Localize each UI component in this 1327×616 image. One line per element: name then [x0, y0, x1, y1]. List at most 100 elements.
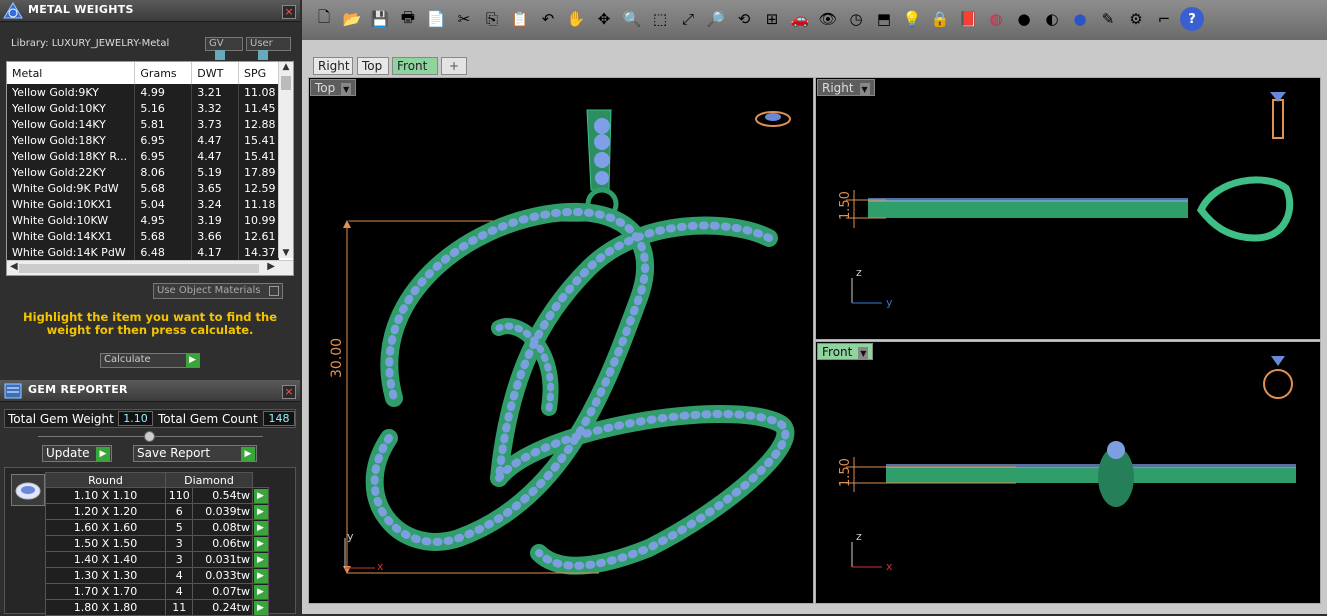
slider-handle[interactable]: [144, 431, 155, 442]
use-object-materials-checkbox[interactable]: Use Object Materials: [153, 283, 283, 299]
viewport-label[interactable]: Top ▼: [310, 79, 357, 96]
gem-row[interactable]: 1.10 X 1.10 110 0.54tw ▶: [45, 487, 269, 504]
tab-right[interactable]: Right: [313, 57, 353, 75]
gem-row-arrow[interactable]: ▶: [252, 567, 269, 584]
gem-row[interactable]: 1.50 X 1.50 3 0.06tw ▶: [45, 535, 269, 552]
paste-icon[interactable]: 📋: [508, 7, 532, 31]
scroll-down-icon[interactable]: ▼: [279, 248, 293, 258]
round-gem-icon[interactable]: [11, 474, 45, 506]
tab-front[interactable]: Front: [392, 57, 438, 75]
shade-sphere-icon[interactable]: ●: [1012, 7, 1036, 31]
horizontal-scrollbar[interactable]: ◀ ▶: [7, 260, 293, 275]
column-header[interactable]: Grams: [134, 62, 193, 84]
gem-row-arrow[interactable]: ▶: [252, 599, 269, 616]
user-button[interactable]: User: [246, 37, 291, 60]
copy-icon[interactable]: ⎘: [480, 7, 504, 31]
zoom-window-icon[interactable]: ⬚: [648, 7, 672, 31]
render-sphere-icon[interactable]: ◐: [1040, 7, 1064, 31]
dimension-icon[interactable]: ⌐: [1152, 7, 1176, 31]
table-row[interactable]: White Gold:10KX1 5.04 3.24 11.18: [7, 196, 279, 212]
gem-row-arrow[interactable]: ▶: [252, 503, 269, 520]
scroll-left-icon[interactable]: ◀: [10, 261, 18, 272]
gem-row[interactable]: 1.60 X 1.60 5 0.08tw ▶: [45, 519, 269, 536]
front-viewport[interactable]: Front ▼ 1.50 z x: [815, 341, 1321, 604]
rotate-view-icon[interactable]: ⟲: [732, 7, 756, 31]
column-header[interactable]: Metal: [7, 62, 136, 84]
paint-icon[interactable]: ✎: [1096, 7, 1120, 31]
gem-row[interactable]: 1.40 X 1.40 3 0.031tw ▶: [45, 551, 269, 568]
blue-sphere-icon[interactable]: ●: [1068, 7, 1092, 31]
table-row[interactable]: Yellow Gold:14KY 5.81 3.73 12.88: [7, 116, 279, 132]
viewport-label[interactable]: Front ▼: [817, 343, 874, 360]
metal-table[interactable]: Metal Grams DWT SPG Yellow Gold:9KY 4.99 3…: [6, 61, 294, 276]
chevron-down-icon[interactable]: ▼: [858, 347, 869, 360]
zoom-extents-icon[interactable]: ⤢: [676, 7, 700, 31]
table-row[interactable]: White Gold:9K PdW 5.68 3.65 12.59: [7, 180, 279, 196]
gem-row-arrow[interactable]: ▶: [252, 519, 269, 536]
chevron-down-icon[interactable]: ▼: [859, 83, 870, 96]
gem-row[interactable]: 1.30 X 1.30 4 0.033tw ▶: [45, 567, 269, 584]
save-report-button[interactable]: Save Report ▶: [133, 445, 257, 462]
table-row[interactable]: Yellow Gold:10KY 5.16 3.32 11.45: [7, 100, 279, 116]
zoom-icon[interactable]: 🔍: [620, 7, 644, 31]
print-icon[interactable]: 🖶: [396, 7, 420, 31]
open-folder-icon[interactable]: 📂: [340, 7, 364, 31]
zoom-selected-icon[interactable]: 🔎: [704, 7, 728, 31]
table-cell: 3.66: [191, 228, 240, 244]
scroll-thumb[interactable]: [19, 264, 259, 273]
table-row[interactable]: White Gold:10KW 4.95 3.19 10.99: [7, 212, 279, 228]
undo-icon[interactable]: ↶: [536, 7, 560, 31]
table-row[interactable]: Yellow Gold:18KY 6.95 4.47 15.41: [7, 132, 279, 148]
vertical-scrollbar[interactable]: ▲ ▼: [278, 62, 293, 258]
four-viewports-icon[interactable]: ⊞: [760, 7, 784, 31]
tab-add[interactable]: +: [441, 57, 467, 75]
save-icon[interactable]: 💾: [368, 7, 392, 31]
layer-icon[interactable]: 📕: [956, 7, 980, 31]
update-button[interactable]: Update ▶: [42, 445, 112, 462]
table-row[interactable]: Yellow Gold:18KY R... 6.95 4.47 15.41: [7, 148, 279, 164]
copy-doc-icon[interactable]: 📄: [424, 7, 448, 31]
lock-icon[interactable]: 🔒: [928, 7, 952, 31]
help-icon[interactable]: ?: [1180, 7, 1204, 31]
close-icon[interactable]: ×: [282, 5, 296, 19]
scroll-up-icon[interactable]: ▲: [279, 62, 293, 74]
table-row[interactable]: White Gold:14K PdW 6.48 4.17 14.37: [7, 244, 279, 260]
gem-row[interactable]: 1.80 X 1.80 11 0.24tw ▶: [45, 599, 269, 616]
scroll-right-icon[interactable]: ▶: [267, 261, 275, 272]
clock-icon[interactable]: ◷: [844, 7, 868, 31]
gem-row-arrow[interactable]: ▶: [252, 535, 269, 552]
color-wheel-icon[interactable]: ◍: [984, 7, 1008, 31]
gem-row-arrow[interactable]: ▶: [252, 487, 269, 504]
close-icon[interactable]: ×: [282, 385, 296, 399]
gem-row[interactable]: 1.70 X 1.70 4 0.07tw ▶: [45, 583, 269, 600]
move-icon[interactable]: ✥: [592, 7, 616, 31]
viewport-label[interactable]: Right ▼: [817, 79, 875, 96]
settings-gear-icon[interactable]: ⚙: [1124, 7, 1148, 31]
chevron-down-icon[interactable]: ▼: [341, 83, 352, 96]
calculate-button[interactable]: Calculate ▶: [100, 353, 200, 368]
gem-row-arrow[interactable]: ▶: [252, 583, 269, 600]
gem-table[interactable]: Round Diamond 1.10 X 1.10 110 0.54tw ▶ 1.20 X…: [45, 472, 269, 616]
new-file-icon[interactable]: 🗋: [312, 7, 336, 31]
table-row[interactable]: Yellow Gold:22KY 8.06 5.19 17.89: [7, 164, 279, 180]
column-header[interactable]: SPG: [238, 62, 279, 84]
tab-top[interactable]: Top: [357, 57, 389, 75]
hide-icon[interactable]: 👁: [816, 7, 840, 31]
cut-icon[interactable]: ✂: [452, 7, 476, 31]
gem-row-arrow[interactable]: ▶: [252, 551, 269, 568]
gem-row[interactable]: 1.20 X 1.20 6 0.039tw ▶: [45, 503, 269, 520]
column-header[interactable]: DWT: [191, 62, 240, 84]
calculate-label: Calculate: [104, 354, 151, 365]
table-row[interactable]: White Gold:14KX1 5.68 3.66 12.61: [7, 228, 279, 244]
table-row[interactable]: Yellow Gold:9KY 4.99 3.21 11.08: [7, 84, 279, 100]
gv-button[interactable]: GV: [205, 37, 243, 60]
gem-cell: 11: [164, 599, 194, 616]
right-viewport[interactable]: Right ▼ 1.50 z y: [815, 77, 1321, 340]
snap-icon[interactable]: ⬒: [872, 7, 896, 31]
scroll-thumb[interactable]: [281, 76, 291, 90]
lightbulb-icon[interactable]: 💡: [900, 7, 924, 31]
top-viewport[interactable]: Top ▼ 30.00 y x: [308, 77, 814, 604]
car-icon[interactable]: 🚗: [788, 7, 812, 31]
dimension-label: 1.50: [838, 458, 853, 487]
pan-hand-icon[interactable]: ✋: [564, 7, 588, 31]
